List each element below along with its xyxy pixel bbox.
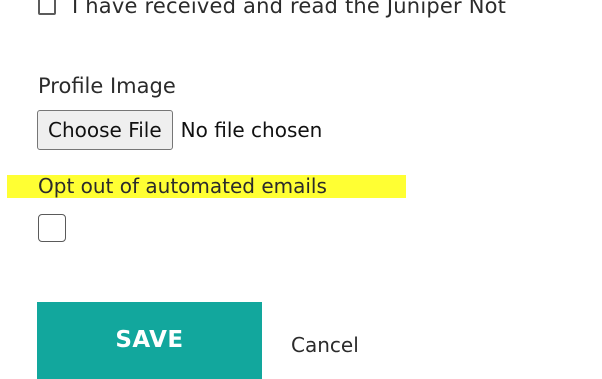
profile-image-file-input[interactable]: Choose File No file chosen: [37, 110, 322, 150]
acknowledgement-label: I have received and read the Juniper Not: [72, 0, 507, 18]
acknowledgement-checkbox[interactable]: [38, 0, 56, 15]
cancel-link[interactable]: Cancel: [291, 333, 359, 357]
profile-form: I have received and read the Juniper Not…: [0, 0, 602, 379]
opt-out-label: Opt out of automated emails: [38, 174, 327, 198]
choose-file-button[interactable]: Choose File: [37, 110, 173, 150]
profile-image-label: Profile Image: [38, 74, 176, 98]
file-status-text: No file chosen: [180, 118, 323, 142]
save-button[interactable]: SAVE: [37, 302, 262, 379]
acknowledgement-row: I have received and read the Juniper Not: [38, 0, 506, 23]
opt-out-checkbox[interactable]: [38, 214, 66, 242]
